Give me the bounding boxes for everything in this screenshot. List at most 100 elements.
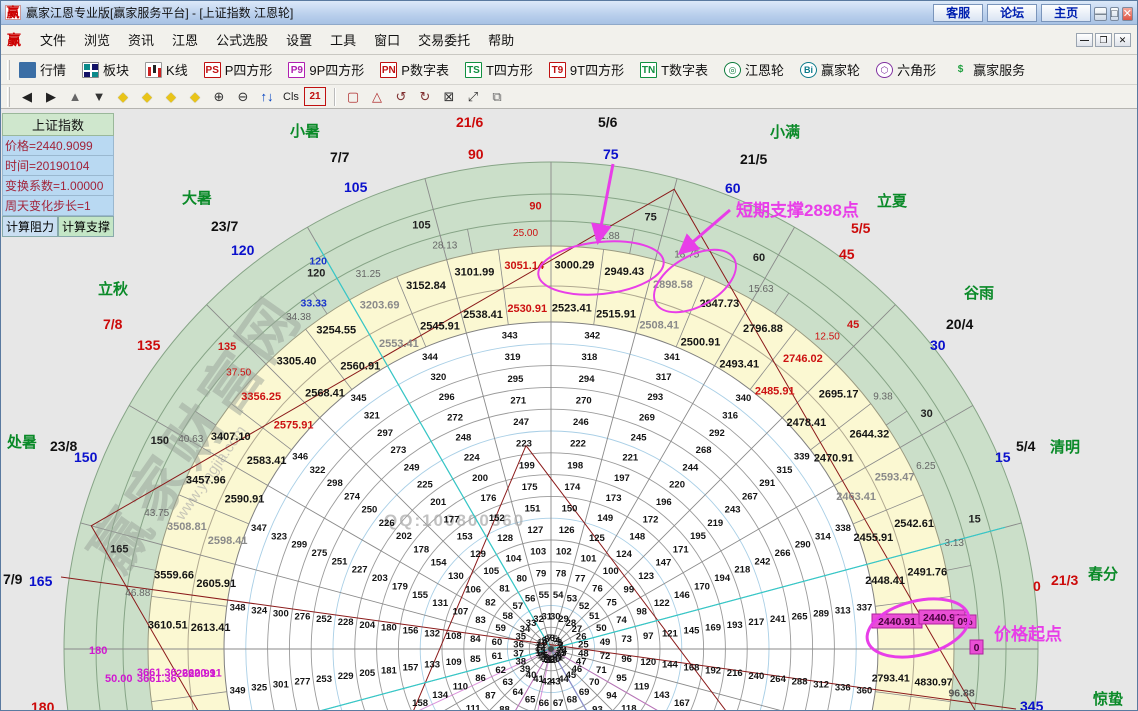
square-tool-icon[interactable]: ▢ [342,87,364,106]
flip-axis-icon[interactable]: ↑↓ [256,87,278,106]
diamond-right-icon[interactable]: ◆ [136,87,158,106]
next-arrow-icon[interactable]: ▶ [40,87,62,106]
9t-square-icon: T9 [549,62,566,78]
menu-工具[interactable]: 工具 [321,30,365,51]
svg-text:120: 120 [309,256,327,268]
mdi-restore-button[interactable]: ❐ [1095,33,1112,47]
delete-box-icon[interactable]: ⊠ [438,87,460,106]
svg-text:7/8: 7/8 [103,316,123,332]
toolbutton-9T四方形[interactable]: T99T四方形 [546,58,627,81]
mdi-minimize-button[interactable]: — [1076,33,1093,47]
maximize-button[interactable]: □ [1110,7,1119,21]
sectors-icon [82,62,99,78]
diamond-up-icon[interactable]: ◆ [160,87,182,106]
app-icon: 赢 [5,5,21,20]
cls-button[interactable]: Cls [280,87,302,106]
triangle-tool-icon[interactable]: △ [366,87,388,106]
down-pyramid-icon[interactable]: ▼ [88,87,110,106]
toolbutton-P数字表[interactable]: PNP数字表 [377,58,452,81]
svg-text:107: 107 [452,606,468,617]
window-controls: —□✕ [1091,4,1133,22]
minimize-button[interactable]: — [1094,7,1107,21]
menu-浏览[interactable]: 浏览 [75,30,119,51]
svg-text:123: 123 [638,571,654,582]
rotate-ccw-icon[interactable]: ↺ [390,87,412,106]
svg-text:2538.41: 2538.41 [463,309,503,321]
svg-text:20/4: 20/4 [946,316,973,332]
svg-text:50.00: 50.00 [105,673,133,685]
index-name: 上证指数 [2,113,114,136]
toolbutton-六角形[interactable]: ⬡六角形 [873,58,939,81]
svg-text:75: 75 [606,598,617,609]
svg-text:短期支撑2898点: 短期支撑2898点 [736,200,859,220]
toolbutton-K线[interactable]: K线 [142,58,191,81]
svg-text:2542.61: 2542.61 [894,518,934,530]
svg-text:119: 119 [634,682,649,693]
toolbutton-P四方形[interactable]: PSP四方形 [201,58,276,81]
center-tool-icon[interactable]: ⤢ [462,87,484,106]
menu-文件[interactable]: 文件 [31,30,75,51]
svg-text:48: 48 [578,648,589,659]
menu-资讯[interactable]: 资讯 [119,30,163,51]
svg-text:60: 60 [725,180,741,196]
svg-text:271: 271 [510,395,527,406]
zoom-in-icon[interactable]: ⊕ [208,87,230,106]
svg-text:21/6: 21/6 [456,114,483,130]
calc-resistance-button[interactable]: 计算阻力 [2,216,58,237]
svg-text:349: 349 [230,685,246,696]
svg-text:28.13: 28.13 [432,241,457,252]
diamond-left-icon[interactable]: ◆ [112,87,134,106]
pin-tool-icon[interactable]: ⧉ [486,87,508,106]
svg-text:320: 320 [430,372,446,383]
titlebar-button-3[interactable]: 主页 [1041,4,1091,22]
prev-arrow-icon[interactable]: ◀ [16,87,38,106]
mdi-close-button[interactable]: ✕ [1114,33,1131,47]
calendar-icon[interactable]: 21 [304,87,326,106]
rotate-cw-icon[interactable]: ↻ [414,87,436,106]
svg-text:104: 104 [506,553,523,564]
calc-support-button[interactable]: 计算支撑 [58,216,114,237]
svg-text:299: 299 [291,540,307,551]
svg-text:217: 217 [748,617,764,628]
toolbutton-9P四方形[interactable]: P99P四方形 [285,58,367,81]
toolbutton-行情[interactable]: 行情 [16,58,69,81]
toolbutton-T四方形[interactable]: TST四方形 [462,58,536,81]
menu-公式选股[interactable]: 公式选股 [207,30,277,51]
toolbutton-赢家服务[interactable]: $赢家服务 [949,58,1028,81]
svg-text:45: 45 [839,246,855,262]
menu-帮助[interactable]: 帮助 [479,30,523,51]
titlebar-button-2[interactable]: 论坛 [987,4,1037,22]
up-pyramid-icon[interactable]: ▲ [64,87,86,106]
toolbutton-板块[interactable]: 板块 [79,58,132,81]
diamond-down-icon[interactable]: ◆ [184,87,206,106]
svg-text:118: 118 [621,704,636,711]
svg-text:267: 267 [742,491,758,502]
svg-text:110: 110 [453,682,468,693]
zoom-out-icon[interactable]: ⊖ [232,87,254,106]
toolbutton-label: 江恩轮 [745,60,784,79]
close-button[interactable]: ✕ [1122,7,1133,21]
svg-text:80: 80 [517,574,528,585]
svg-text:30: 30 [930,337,946,353]
toolbutton-江恩轮[interactable]: ◎江恩轮 [721,58,787,81]
menu-交易委托[interactable]: 交易委托 [409,30,479,51]
svg-text:18.75: 18.75 [674,250,699,261]
svg-text:3101.99: 3101.99 [455,267,495,279]
menu-窗口[interactable]: 窗口 [365,30,409,51]
window-title: 赢家江恩专业版[赢家服务平台] - [上证指数 江恩轮] [26,4,293,21]
gann-wheel-canvas[interactable]: 赢家财富网www.yingjia.comQQ:10080036012345678… [1,109,1138,711]
titlebar-button-1[interactable]: 客服 [933,4,983,22]
svg-text:2470.91: 2470.91 [814,452,854,464]
gann-wheel-chart-area[interactable]: 赢家财富网www.yingjia.comQQ:10080036012345678… [1,109,1138,711]
svg-text:227: 227 [352,565,368,576]
menu-设置[interactable]: 设置 [277,30,321,51]
toolbar-grip [7,60,10,80]
menu-江恩[interactable]: 江恩 [163,30,207,51]
svg-text:342: 342 [584,331,600,342]
toolbutton-赢家轮[interactable]: Bi赢家轮 [797,58,863,81]
svg-text:2746.02: 2746.02 [783,353,823,365]
svg-text:247: 247 [513,417,529,428]
toolbutton-T数字表[interactable]: TNT数字表 [637,58,711,81]
svg-text:65: 65 [525,694,536,705]
winner-wheel-icon: Bi [800,62,817,78]
